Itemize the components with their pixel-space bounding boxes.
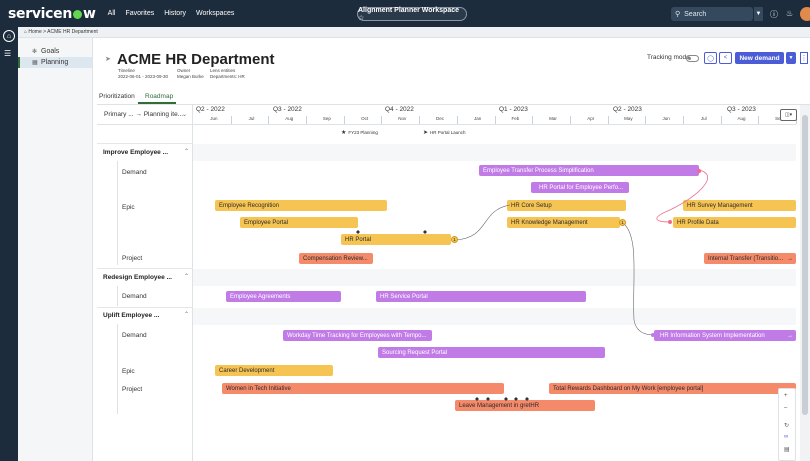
fit-screen-icon[interactable]: ▤ <box>784 446 790 453</box>
milestone-diamond <box>475 397 479 401</box>
milestone-diamond <box>504 397 508 401</box>
link-dot <box>651 333 655 337</box>
reset-view-icon[interactable]: ↻ <box>784 422 789 429</box>
scrollbar-thumb[interactable] <box>802 115 808 415</box>
zoom-in-icon[interactable]: + <box>784 393 788 399</box>
link-dot <box>532 186 536 190</box>
milestone-diamond <box>356 230 360 234</box>
dependency-link <box>656 169 709 223</box>
milestone-diamond <box>423 230 427 234</box>
link-dot <box>696 168 702 174</box>
dependency-link <box>621 221 655 336</box>
zoom-out-icon[interactable]: – <box>784 405 787 411</box>
link-dot <box>668 220 672 224</box>
vertical-scrollbar[interactable] <box>800 105 810 461</box>
dependency-link <box>454 204 511 241</box>
milestone-diamond <box>486 397 490 401</box>
dependency-count-badge[interactable]: 1 <box>619 219 626 226</box>
milestone-diamond <box>525 397 529 401</box>
milestone-diamond <box>514 397 518 401</box>
dependency-lines <box>356 168 709 401</box>
dependency-count-badge[interactable]: 1 <box>451 236 458 243</box>
link-icon[interactable]: ∞ <box>784 434 788 440</box>
zoom-controls: + – ↻ ∞ ▤ <box>778 388 796 461</box>
